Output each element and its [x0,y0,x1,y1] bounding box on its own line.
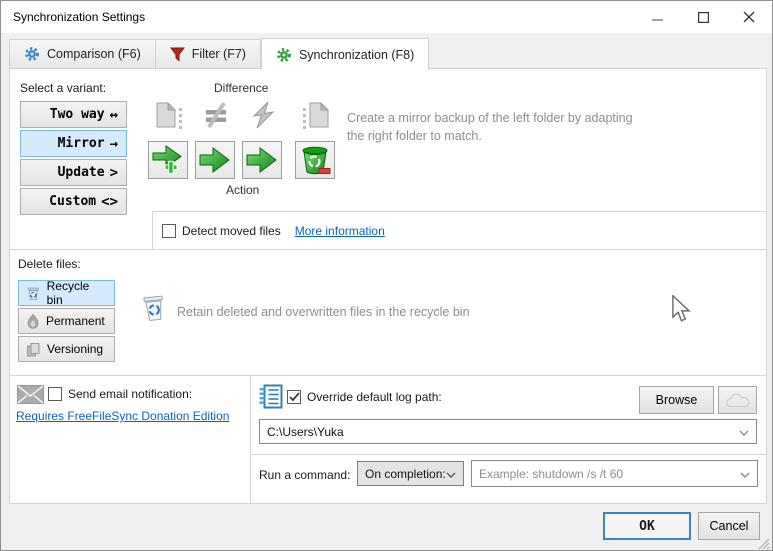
variant-description: Create a mirror backup of the left folde… [347,109,647,145]
separator [10,375,766,376]
delete-permanent-button[interactable]: Permanent [18,308,115,334]
command-placeholder: Example: shutdown /s /t 60 [479,467,623,481]
file-left-only-icon [150,97,188,133]
two-way-arrow-icon: ↔ [110,107,118,123]
variant-two-way-button[interactable]: Two way ↔ [20,101,127,128]
detect-moved-files-row: Detect moved files More information [152,211,766,249]
arrow-right-update-icon [246,146,278,174]
minimize-icon [652,12,663,23]
title-bar: Synchronization Settings [1,1,772,33]
separator [251,454,766,455]
mirror-arrow-icon: → [110,136,118,152]
email-row: Send email notification: [48,387,192,401]
close-icon [743,11,755,23]
recycle-bin-icon [26,286,41,301]
detect-moved-files-checkbox[interactable] [162,224,176,238]
maximize-button[interactable] [680,1,726,33]
delete-option-label: Permanent [46,314,105,328]
difference-label: Difference [214,81,268,95]
detect-moved-files-label: Detect moved files [182,224,281,238]
delete-description: Retain deleted and overwritten files in … [177,305,470,319]
ok-button[interactable]: OK [603,512,691,540]
chevron-down-icon [446,467,456,481]
more-information-link[interactable]: More information [295,224,385,238]
send-email-checkbox[interactable] [48,387,62,401]
browse-button[interactable]: Browse [639,386,714,414]
resize-grip[interactable] [757,537,770,550]
variant-mirror-button[interactable]: Mirror → [20,130,127,157]
variant-label: Update [58,165,105,180]
synchronization-settings-dialog: Synchronization Settings Comparison (F6) [0,0,773,551]
separator [10,249,766,250]
variant-label: Mirror [58,136,105,151]
conflict-bolt-icon [244,97,282,133]
gear-green-icon [276,47,292,63]
minimize-button[interactable] [634,1,680,33]
arrow-right-update-icon [199,146,231,174]
log-row: Override default log path: [287,390,442,404]
recycle-delete-icon [299,144,331,176]
run-command-label: Run a command: [259,468,350,482]
mouse-cursor [671,295,691,323]
chevron-down-icon [740,467,750,481]
command-when-dropdown[interactable]: On completion: [357,461,464,486]
action-update-right-button[interactable] [242,141,282,179]
file-right-only-icon [297,97,335,133]
send-email-label: Send email notification: [68,387,192,401]
update-arrow-icon: > [110,165,118,181]
cloud-icon [726,393,750,408]
footer-bar: OK Cancel [1,504,772,551]
window-title: Synchronization Settings [13,10,145,24]
action-create-right-button[interactable] [148,141,188,179]
variant-custom-button[interactable]: Custom <> [20,188,127,215]
close-button[interactable] [726,1,772,33]
delete-recycle-bin-button[interactable]: Recycle bin [18,280,115,306]
action-update-right-button[interactable] [195,141,235,179]
tab-comparison[interactable]: Comparison (F6) [9,39,156,69]
versions-icon [26,342,41,357]
override-log-path-label: Override default log path: [307,390,442,404]
arrow-right-create-icon [152,145,184,175]
gear-blue-icon [24,46,40,62]
funnel-red-icon [170,47,185,62]
flame-icon [26,314,40,329]
variant-label: Two way [50,107,105,122]
cloud-button[interactable] [718,386,757,414]
chevron-down-icon [739,425,749,439]
action-delete-button[interactable] [295,141,335,179]
cancel-button[interactable]: Cancel [698,512,760,540]
separator-vertical [250,375,251,503]
logfile-icon [259,384,283,412]
tab-label: Synchronization (F8) [299,48,414,62]
recycle-bin-large-icon [140,293,168,326]
tab-label: Filter (F7) [192,47,246,61]
log-path-combobox[interactable]: C:\Users\Yuka [259,419,757,444]
checkmark-icon [289,392,300,402]
tab-filter[interactable]: Filter (F7) [156,39,261,69]
variant-update-button[interactable]: Update > [20,159,127,186]
tab-label: Comparison (F6) [47,47,141,61]
delete-versioning-button[interactable]: Versioning [18,336,115,362]
select-variant-label: Select a variant: [20,81,106,95]
delete-option-label: Versioning [47,342,103,356]
override-log-path-checkbox[interactable] [287,390,301,404]
tab-bar: Comparison (F6) Filter (F7) Synchronizat… [9,37,429,69]
envelope-icon [17,385,44,407]
tab-synchronization[interactable]: Synchronization (F8) [261,38,429,70]
command-when-value: On completion: [365,467,446,481]
delete-option-label: Recycle bin [47,279,107,307]
maximize-icon [698,12,709,23]
donation-edition-link[interactable]: Requires FreeFileSync Donation Edition [16,409,229,423]
delete-files-label: Delete files: [18,257,81,271]
variant-label: Custom [49,194,96,209]
action-label: Action [226,183,259,197]
sync-settings-panel: Select a variant: Two way ↔ Mirror → Upd… [9,68,767,504]
command-input-combobox[interactable]: Example: shutdown /s /t 60 [471,460,758,487]
log-path-value: C:\Users\Yuka [267,425,344,439]
not-equal-icon [197,97,235,133]
custom-arrow-icon: <> [101,194,118,210]
